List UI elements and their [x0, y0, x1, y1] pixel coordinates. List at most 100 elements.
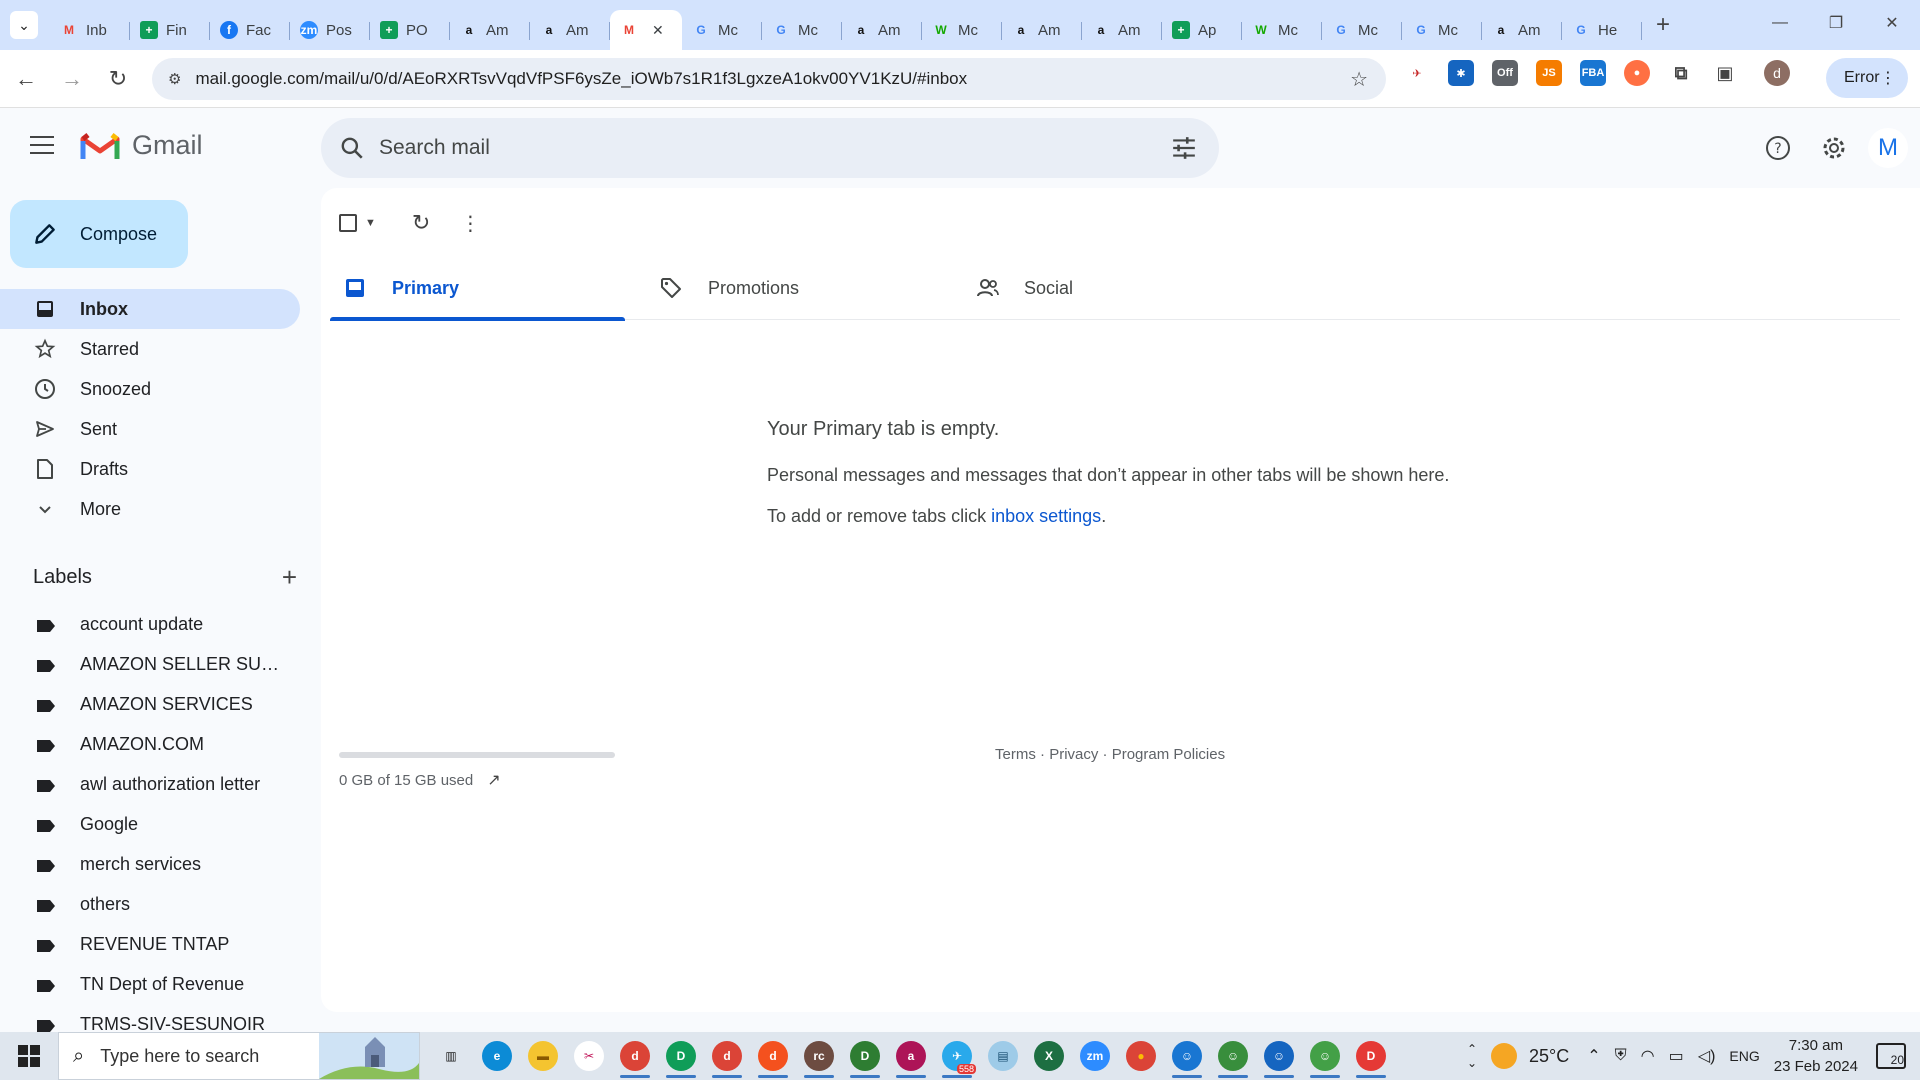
forward-button[interactable]: → — [52, 59, 92, 99]
tab-close-icon[interactable]: ✕ — [652, 22, 664, 39]
sidebar-item-starred[interactable]: Starred — [0, 329, 300, 369]
browser-tab[interactable]: a Am — [1482, 10, 1562, 50]
browser-tab[interactable]: W Mc — [922, 10, 1002, 50]
select-all-checkbox[interactable] — [339, 214, 357, 232]
more-options-icon[interactable]: ⋮ — [460, 211, 480, 236]
label-item[interactable]: others — [0, 884, 300, 924]
search-input[interactable]: Search mail — [379, 136, 490, 160]
chrome-profile-taskbar-button[interactable]: D — [1348, 1032, 1394, 1080]
puzzle-icon[interactable]: ⧉ — [1668, 60, 1694, 86]
taskbar-search-input[interactable]: Type here to search — [100, 1046, 259, 1067]
chrome-profile-taskbar-button[interactable]: d — [704, 1032, 750, 1080]
wifi-icon[interactable]: ◠ — [1641, 1046, 1655, 1066]
terms-link[interactable]: Terms — [995, 746, 1036, 763]
compose-button[interactable]: Compose — [10, 200, 188, 268]
excel-taskbar-button[interactable]: X — [1026, 1032, 1072, 1080]
minimize-icon[interactable]: — — [1752, 0, 1808, 46]
url-text[interactable]: mail.google.com/mail/u/0/d/AEoRXRTsvVqdV… — [195, 69, 967, 89]
battery-icon[interactable]: ▭ — [1669, 1046, 1684, 1066]
label-item[interactable]: Google — [0, 804, 300, 844]
zoom-taskbar-button[interactable]: zm — [1072, 1032, 1118, 1080]
telegram-taskbar-button[interactable]: ✈ 558 — [934, 1032, 980, 1080]
show-hidden-icons[interactable]: ⌃ — [1587, 1046, 1600, 1066]
search-mail-bar[interactable]: Search mail — [321, 118, 1219, 178]
account-avatar[interactable]: M — [1868, 128, 1908, 168]
security-icon[interactable]: ⛨ — [1615, 1047, 1627, 1065]
chrome-profile-taskbar-button[interactable]: D — [658, 1032, 704, 1080]
taskbar-search-box[interactable]: ⌕ Type here to search — [58, 1032, 420, 1080]
browser-tab[interactable]: M Inb — [50, 10, 130, 50]
label-item[interactable]: account update — [0, 604, 300, 644]
tab-primary[interactable]: Primary — [330, 256, 646, 321]
search-options-icon[interactable] — [1171, 136, 1197, 160]
browser-tab[interactable]: + Fin — [130, 10, 210, 50]
browser-tab[interactable]: a Am — [450, 10, 530, 50]
open-external-icon[interactable]: ↗ — [487, 770, 500, 790]
privacy-link[interactable]: Privacy — [1049, 746, 1098, 763]
chrome-profile-taskbar-button[interactable]: ☺ — [1256, 1032, 1302, 1080]
browser-tab[interactable]: W Mc — [1242, 10, 1322, 50]
language-indicator[interactable]: ENG — [1729, 1048, 1759, 1064]
weather-widget[interactable]: 25°C — [1491, 1043, 1569, 1069]
label-item[interactable]: awl authorization letter — [0, 764, 300, 804]
browser-tab[interactable]: G Mc — [1322, 10, 1402, 50]
close-window-icon[interactable]: ✕ — [1864, 0, 1920, 46]
chrome-profile-taskbar-button[interactable]: a — [888, 1032, 934, 1080]
extension-icon[interactable]: ✱ — [1448, 60, 1474, 86]
label-item[interactable]: AMAZON SELLER SUPP... — [0, 644, 300, 684]
clock[interactable]: 7:30 am 23 Feb 2024 — [1774, 1035, 1858, 1077]
select-dropdown-icon[interactable]: ▼ — [365, 217, 376, 229]
address-bar[interactable]: ⚙ mail.google.com/mail/u/0/d/AEoRXRTsvVq… — [152, 58, 1386, 100]
reload-button[interactable]: ↻ — [98, 59, 138, 99]
inbox-settings-link[interactable]: inbox settings — [991, 506, 1101, 526]
add-label-icon[interactable]: + — [282, 562, 297, 593]
sidebar-item-more[interactable]: More — [0, 489, 300, 529]
browser-tab[interactable]: a Am — [842, 10, 922, 50]
refresh-icon[interactable]: ↻ — [412, 210, 430, 236]
browser-tab[interactable]: a Am — [1002, 10, 1082, 50]
browser-tab[interactable]: G Mc — [1402, 10, 1482, 50]
tab-search-button[interactable]: ⌄ — [10, 11, 38, 39]
extension-icon[interactable]: ● — [1624, 60, 1650, 86]
notepad-taskbar-button[interactable]: ▤ — [980, 1032, 1026, 1080]
extension-off-icon[interactable]: Off — [1492, 60, 1518, 86]
chrome-profile-taskbar-button[interactable]: d — [612, 1032, 658, 1080]
browser-tab[interactable]: + PO — [370, 10, 450, 50]
task-view-taskbar-button[interactable]: ▥ — [428, 1032, 474, 1080]
windows-start-icon[interactable] — [0, 1032, 58, 1080]
browser-tab[interactable]: f Fac — [210, 10, 290, 50]
sidebar-item-sent[interactable]: Sent — [0, 409, 300, 449]
profile-error-button[interactable]: Error ⋮ — [1826, 58, 1908, 98]
chrome-profile-taskbar-button[interactable]: ☺ — [1210, 1032, 1256, 1080]
tab-social[interactable]: Social — [962, 256, 1278, 320]
site-info-icon[interactable]: ⚙ — [168, 70, 181, 88]
browser-tab[interactable]: + Ap — [1162, 10, 1242, 50]
browser-tab[interactable]: a Am — [530, 10, 610, 50]
sidebar-item-inbox[interactable]: Inbox — [0, 289, 300, 329]
sidebar-item-drafts[interactable]: Drafts — [0, 449, 300, 489]
chrome-profile-taskbar-button[interactable]: ☺ — [1302, 1032, 1348, 1080]
search-icon[interactable] — [339, 135, 365, 161]
file-explorer-taskbar-button[interactable]: ▬ — [520, 1032, 566, 1080]
gmail-logo[interactable]: Gmail — [80, 130, 203, 161]
sidebar-item-snoozed[interactable]: Snoozed — [0, 369, 300, 409]
side-panel-icon[interactable]: ▣ — [1712, 60, 1738, 86]
browser-tab[interactable]: M ✕ — [610, 10, 682, 50]
edge-taskbar-button[interactable]: e — [474, 1032, 520, 1080]
new-tab-button[interactable]: + — [1656, 11, 1670, 39]
volume-icon[interactable]: ◁) — [1698, 1046, 1716, 1066]
help-icon[interactable]: ? — [1756, 126, 1800, 170]
main-menu-icon[interactable] — [30, 136, 54, 154]
label-item[interactable]: AMAZON SERVICES — [0, 684, 300, 724]
extension-fba-icon[interactable]: FBA — [1580, 60, 1606, 86]
bookmark-star-icon[interactable]: ☆ — [1350, 67, 1368, 92]
extension-icon[interactable]: ✈ — [1404, 60, 1430, 86]
chrome-profile-taskbar-button[interactable]: D — [842, 1032, 888, 1080]
settings-gear-icon[interactable] — [1812, 126, 1856, 170]
tray-scroll-icon[interactable]: ⌃ ⌄ — [1467, 1042, 1477, 1070]
back-button[interactable]: ← — [6, 59, 46, 99]
tab-promotions[interactable]: Promotions — [646, 256, 962, 320]
label-item[interactable]: REVENUE TNTAP — [0, 924, 300, 964]
chrome-profile-taskbar-button[interactable]: ☺ — [1164, 1032, 1210, 1080]
browser-tab[interactable]: a Am — [1082, 10, 1162, 50]
